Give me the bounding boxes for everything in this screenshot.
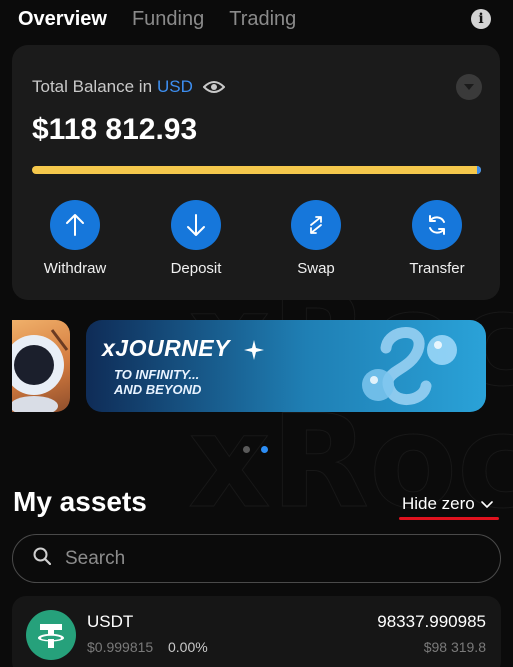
balance-label-row: Total Balance in USD bbox=[32, 77, 225, 97]
refresh-icon bbox=[412, 200, 462, 250]
deposit-label: Deposit bbox=[170, 260, 222, 277]
arrow-up-icon bbox=[50, 200, 100, 250]
search-icon bbox=[33, 547, 52, 570]
assets-title: My assets bbox=[13, 486, 147, 517]
banner-title: xJOURNEY bbox=[102, 335, 230, 361]
banner-3d-shape bbox=[362, 327, 457, 405]
balance-currency[interactable]: USD bbox=[157, 77, 193, 97]
carousel-dots bbox=[243, 446, 279, 453]
promo-banner[interactable]: xJOURNEY TO INFINITY... AND BEYOND bbox=[86, 320, 486, 412]
chevron-down-icon bbox=[480, 494, 493, 514]
asset-row-usdt[interactable]: USDT $0.999815 0.00% 98337.990985 $98 31… bbox=[12, 596, 501, 667]
chevron-down-icon[interactable] bbox=[456, 74, 482, 100]
asset-price: $0.999815 bbox=[87, 639, 154, 655]
transfer-label: Transfer bbox=[409, 260, 465, 277]
carousel-dot-2[interactable] bbox=[261, 446, 268, 453]
balance-distribution-bar bbox=[32, 166, 481, 174]
withdraw-button[interactable]: Withdraw bbox=[25, 200, 125, 277]
banner-subtitle: TO INFINITY... AND BEYOND bbox=[114, 367, 202, 397]
asset-name: USDT bbox=[87, 612, 134, 631]
tab-overview[interactable]: Overview bbox=[18, 8, 107, 31]
swap-label: Swap bbox=[297, 260, 335, 277]
arrow-down-icon bbox=[171, 200, 221, 250]
tab-trading[interactable]: Trading bbox=[229, 8, 296, 31]
action-buttons: Withdraw Deposit Swap Transfer bbox=[12, 200, 500, 280]
tab-funding[interactable]: Funding bbox=[132, 8, 204, 31]
hide-zero-label: Hide zero bbox=[402, 494, 475, 513]
swap-button[interactable]: Swap bbox=[266, 200, 366, 277]
search-input[interactable] bbox=[65, 547, 465, 570]
asset-value: $98 319.8 bbox=[423, 639, 486, 655]
hide-zero-toggle[interactable]: Hide zero bbox=[402, 494, 493, 514]
tether-icon bbox=[26, 610, 76, 660]
carousel-dot-1[interactable] bbox=[243, 446, 250, 453]
search-field[interactable] bbox=[12, 534, 501, 583]
swap-icon bbox=[291, 200, 341, 250]
balance-bar-segment bbox=[477, 166, 481, 174]
top-tabs: Overview Funding Trading i bbox=[18, 4, 493, 34]
withdraw-label: Withdraw bbox=[43, 260, 107, 277]
eye-icon[interactable] bbox=[202, 80, 225, 94]
asset-change: 0.00% bbox=[168, 639, 208, 655]
asset-amount: 98337.990985 bbox=[377, 612, 486, 631]
deposit-button[interactable]: Deposit bbox=[146, 200, 246, 277]
banner-previous-slide[interactable] bbox=[12, 320, 70, 412]
transfer-button[interactable]: Transfer bbox=[387, 200, 487, 277]
balance-label: Total Balance in bbox=[32, 77, 153, 96]
balance-amount: $118 812.93 bbox=[32, 113, 198, 146]
info-icon[interactable]: i bbox=[471, 9, 491, 29]
highlight-underline bbox=[399, 517, 499, 520]
sparkle-icon bbox=[244, 340, 264, 360]
balance-card: Total Balance in USD $118 812.93 Withdra… bbox=[12, 45, 500, 300]
